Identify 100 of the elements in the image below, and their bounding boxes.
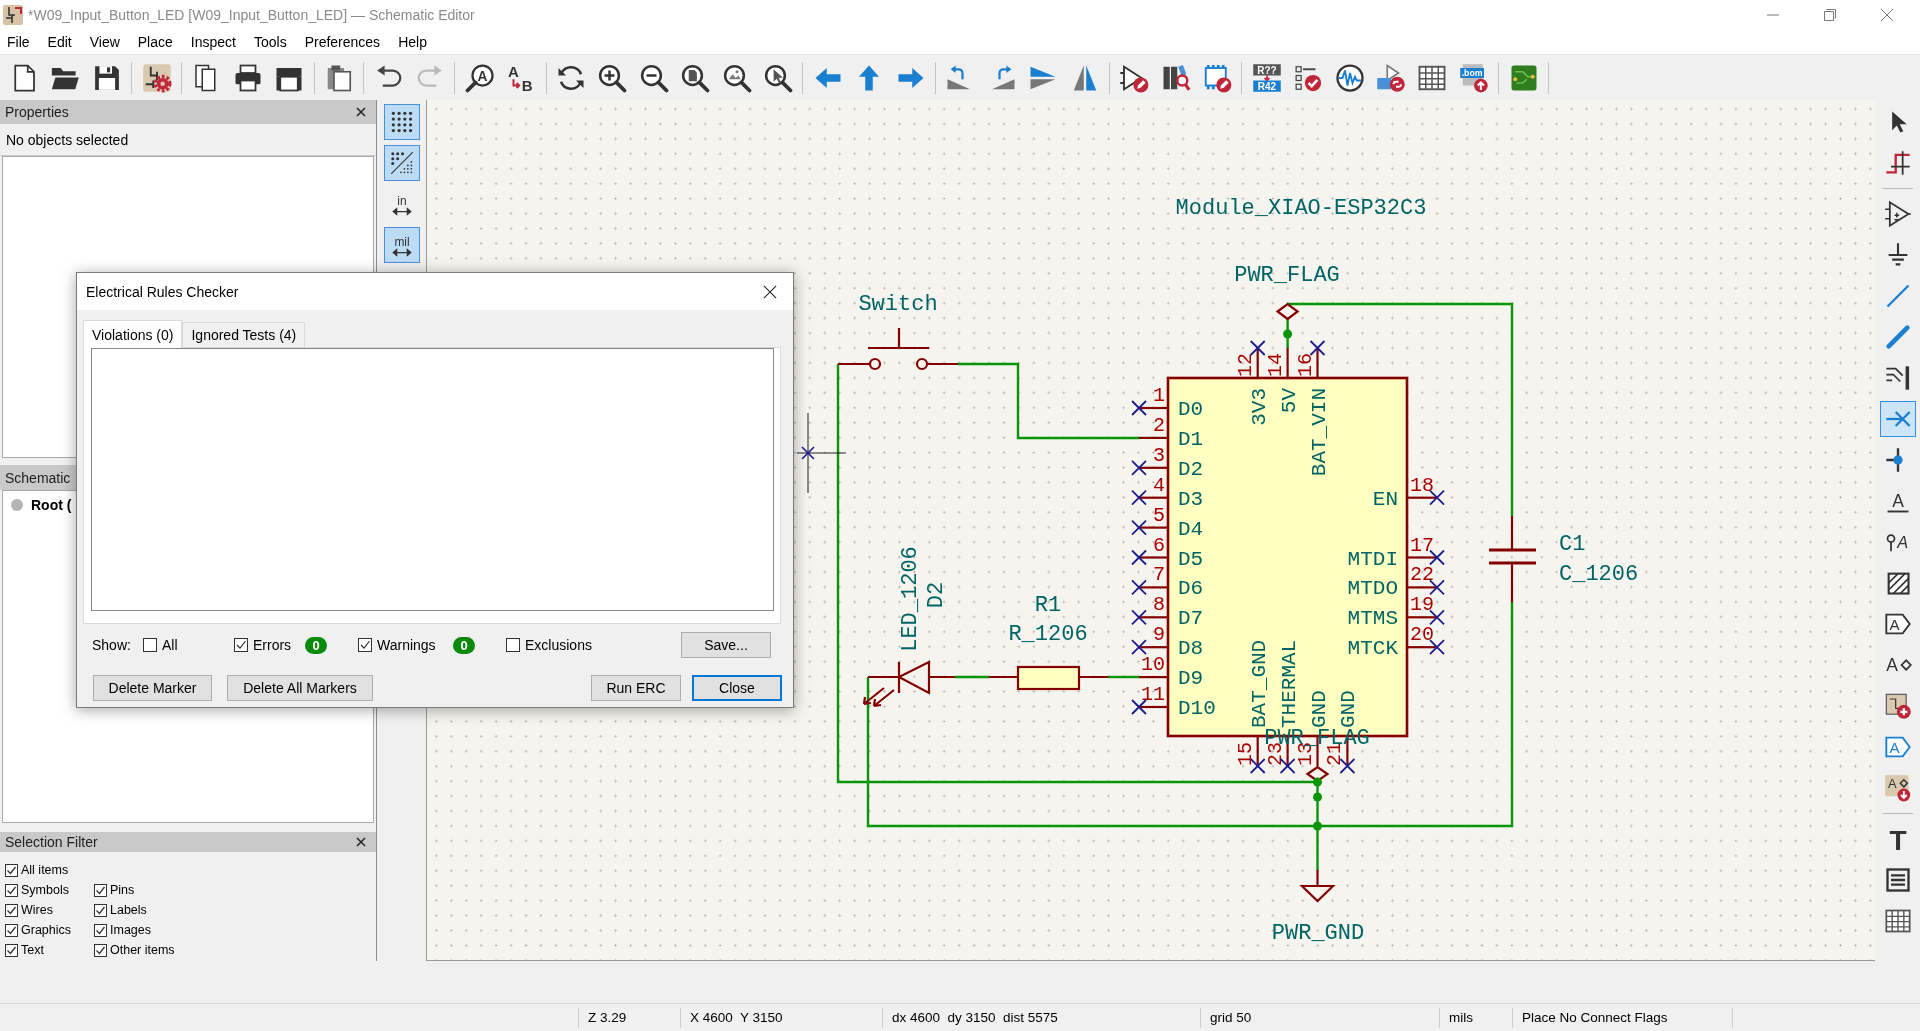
checkbox-label[interactable]: Labels — [110, 903, 147, 917]
checkbox[interactable] — [5, 863, 18, 877]
bus-icon[interactable] — [1883, 323, 1912, 351]
pin-name: MTMS — [1347, 607, 1398, 631]
tab[interactable]: Ignored Tests (4) — [182, 322, 306, 347]
zoom-out-icon[interactable] — [638, 62, 669, 93]
close-icon[interactable] — [356, 837, 366, 847]
checkbox-label[interactable]: Wires — [21, 903, 53, 917]
text-box-icon[interactable] — [1883, 866, 1912, 894]
zoom-cursor-icon[interactable] — [763, 62, 793, 93]
opamp-pencil-icon[interactable] — [1119, 62, 1150, 93]
crosshair-cursor-icon — [796, 412, 847, 494]
pin-lead — [1407, 496, 1437, 499]
pin-number: 11 — [1141, 683, 1165, 706]
tree-item[interactable]: Root ( — [31, 497, 72, 513]
menu-item[interactable]: View — [85, 32, 124, 52]
menu-item[interactable]: Tools — [249, 32, 291, 52]
pin-lead — [1256, 736, 1259, 766]
dialog-button[interactable]: Delete Marker — [93, 675, 212, 701]
pin-name: D2 — [1178, 457, 1204, 481]
chip-link-icon[interactable] — [1376, 62, 1406, 93]
pin-number: 9 — [1153, 623, 1165, 647]
dot-grid-icon[interactable] — [384, 104, 420, 140]
pin-lead — [1139, 436, 1168, 439]
mil-units-icon[interactable]: mil — [384, 227, 420, 263]
symbol-value: PWR_FLAG — [1234, 263, 1340, 288]
checkbox-label[interactable]: Text — [21, 943, 44, 957]
pin-lead — [1139, 616, 1168, 619]
checkbox-label[interactable]: All items — [21, 863, 69, 877]
pin-lead — [1139, 496, 1168, 499]
checkbox[interactable] — [5, 903, 18, 917]
pin-number: 18 — [1410, 473, 1434, 497]
pin-number: 14 — [1263, 353, 1287, 377]
checkbox-label[interactable]: Graphics — [21, 923, 72, 937]
checkbox-label[interactable]: Other items — [110, 943, 175, 957]
dialog-button[interactable]: Close — [692, 675, 782, 701]
checkbox[interactable] — [94, 903, 107, 917]
checkbox[interactable] — [94, 943, 107, 957]
tab[interactable]: Violations (0) — [83, 320, 183, 348]
app-icon — [3, 5, 23, 25]
text-tool-icon[interactable]: T — [1883, 825, 1912, 853]
checkbox[interactable] — [234, 638, 248, 652]
zoom-in-icon[interactable] — [597, 62, 628, 93]
menu-item[interactable]: Edit — [43, 32, 76, 52]
pin-name: D9 — [1178, 667, 1204, 691]
menu-item[interactable]: Place — [133, 32, 177, 52]
opamp-icon[interactable] — [1883, 200, 1912, 228]
waveform-icon[interactable] — [1334, 62, 1365, 93]
symbol-value: LED_1206 — [898, 546, 923, 652]
window-title: *W09_Input_Button_LED [W09_Input_Button_LED] — Schematic Editor — [28, 7, 475, 23]
checkbox-label[interactable]: Images — [110, 923, 151, 937]
pin-lead — [1139, 406, 1168, 410]
sheet-add-icon[interactable] — [1883, 692, 1912, 720]
checkbox[interactable] — [358, 638, 372, 652]
pin-lead — [1139, 586, 1168, 589]
zoom-image-icon[interactable] — [721, 62, 752, 93]
checkbox-label[interactable]: Exclusions — [525, 637, 595, 653]
step-lines-icon[interactable] — [1883, 149, 1912, 177]
checkbox-label[interactable]: All — [162, 637, 234, 653]
menu-item[interactable]: Inspect — [186, 32, 240, 52]
checkbox[interactable] — [143, 638, 157, 652]
close-icon[interactable] — [763, 284, 777, 299]
checkbox-label[interactable]: Errors — [253, 637, 305, 653]
checkbox[interactable] — [506, 638, 520, 652]
checkbox-label[interactable]: Symbols — [21, 883, 69, 897]
checkbox[interactable] — [5, 883, 18, 897]
pin-lead — [1139, 556, 1168, 559]
pin-lead — [1407, 616, 1437, 619]
restore-icon[interactable] — [1824, 9, 1836, 21]
bus-entry-icon[interactable] — [1883, 364, 1912, 392]
zoom-page-icon[interactable] — [680, 62, 711, 93]
pin-number: 5 — [1153, 503, 1165, 527]
close-icon[interactable] — [356, 107, 366, 117]
checkbox[interactable] — [5, 943, 18, 957]
pin-lead — [1407, 646, 1437, 649]
panel-title: Schematic — [5, 469, 71, 486]
menu-item[interactable]: File — [3, 32, 34, 52]
pin-name: MTDO — [1347, 577, 1398, 601]
save-button[interactable]: Save... — [681, 632, 771, 658]
settings-icon[interactable] — [141, 62, 172, 93]
menu-item[interactable]: Preferences — [300, 32, 385, 52]
checkbox-label[interactable]: Warnings — [377, 637, 453, 653]
checkbox-label[interactable]: Pins — [110, 883, 135, 897]
chip-pencil-icon[interactable] — [1202, 62, 1233, 93]
grid-override-icon[interactable] — [384, 145, 420, 181]
checkbox[interactable] — [5, 923, 18, 937]
pin-lead — [1407, 586, 1437, 589]
dialog-button[interactable]: Run ERC — [591, 675, 681, 701]
symbol-reference: C1 — [1559, 532, 1586, 557]
status-text: Z 3.29 — [578, 1007, 680, 1028]
menu-item[interactable]: Help — [394, 32, 431, 52]
table-icon[interactable] — [1883, 907, 1912, 935]
status-text: grid 50 — [1200, 1007, 1439, 1028]
dialog-button[interactable]: Delete All Markers — [227, 675, 373, 701]
field-label: Show: — [92, 637, 132, 653]
symbol-value: PWR_GND — [1271, 921, 1365, 946]
no-connect-icon[interactable] — [1879, 401, 1916, 437]
checkbox[interactable] — [94, 883, 107, 897]
checkbox[interactable] — [94, 923, 107, 937]
pin-number: 6 — [1153, 533, 1165, 557]
